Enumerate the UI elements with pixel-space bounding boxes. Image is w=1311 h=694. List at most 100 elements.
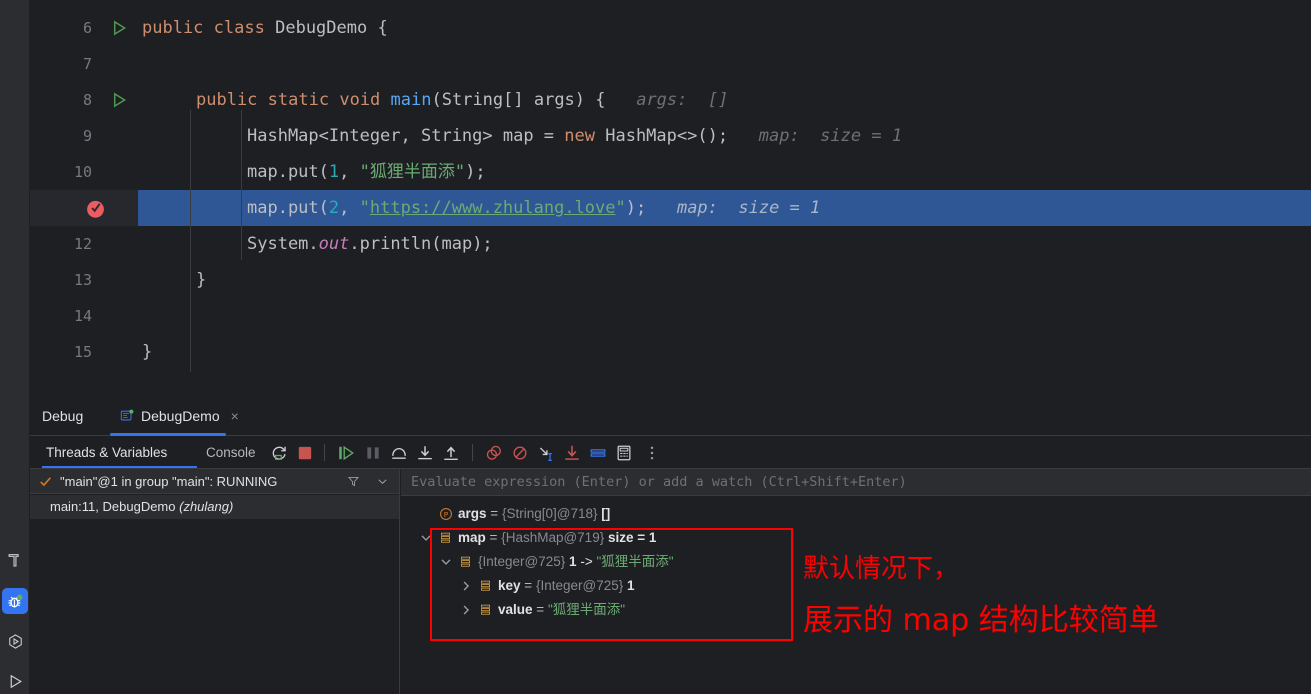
chevron-right-icon[interactable] [459, 603, 473, 617]
code-editor[interactable]: 6 7 8 9 10 12 13 14 15 public class DebugDemo {p… [30, 0, 1311, 396]
code-line-text: public class DebugDemo { [142, 10, 388, 46]
rail-item-run-tool[interactable] [2, 668, 28, 694]
step-out-icon[interactable] [442, 444, 460, 462]
gutter-row[interactable]: 6 [30, 10, 138, 46]
view-breakpoints-icon[interactable] [485, 444, 503, 462]
thread-selector[interactable]: "main"@1 in group "main": RUNNING [30, 469, 399, 494]
annotation-line-2: 展示的 map 结构比较简单 [803, 603, 1159, 638]
rail-item-coverage-tool[interactable] [2, 628, 28, 654]
variable-row[interactable]: Pargs = {String[0]@718} [] [401, 502, 1311, 526]
gutter-row[interactable]: 9 [30, 118, 138, 154]
chevron-down-icon[interactable] [419, 531, 433, 545]
variable-name: args [458, 506, 487, 521]
tab-threads-and-variables[interactable]: Threads & Variables [42, 436, 171, 469]
gutter-row[interactable]: 13 [30, 262, 138, 298]
debug-session-tab[interactable]: DebugDemo × [110, 396, 249, 436]
variable-row[interactable]: map = {HashMap@719} size = 1 [401, 526, 1311, 550]
stack-frame-label: main:11, DebugDemo (zhulang) [50, 495, 233, 519]
code-row[interactable]: map.put(2, "https://www.zhulang.love"); … [138, 190, 1311, 226]
code-row[interactable]: public static void main(String[] args) {… [138, 82, 1311, 118]
filter-icon[interactable] [347, 475, 360, 488]
evaluate-expression-placeholder: Evaluate expression (Enter) or add a wat… [411, 474, 907, 490]
stop-icon[interactable] [296, 444, 314, 462]
code-line-text: HashMap<Integer, String> map = new HashM… [247, 118, 902, 154]
code-token: { [367, 18, 388, 38]
mute-breakpoints-icon[interactable] [511, 444, 529, 462]
left-tool-rail [0, 0, 30, 694]
evaluate-expression-icon[interactable] [589, 444, 607, 462]
debug-window-title: Debug [42, 408, 84, 424]
code-token: public [196, 90, 258, 110]
pause-program-icon[interactable] [364, 444, 382, 462]
variable-reference: {String[0]@718} [501, 506, 598, 521]
variable-text: {Integer@725} 1 -> "狐狸半面添" [478, 550, 674, 574]
evaluate-expression-bar[interactable]: Evaluate expression (Enter) or add a wat… [401, 469, 1311, 496]
code-line-text: map.put(1, "狐狸半面添"); [247, 154, 486, 190]
code-row[interactable]: map.put(1, "狐狸半面添"); [138, 154, 1311, 190]
code-token: " [615, 198, 626, 218]
code-token: HashMap<Integer, String> map = [247, 126, 565, 146]
editor-gutter[interactable]: 6 7 8 9 10 12 13 14 15 [30, 0, 138, 396]
force-step-into-icon[interactable] [563, 444, 581, 462]
gutter-row[interactable]: 10 [30, 154, 138, 190]
toolbar-separator [324, 444, 325, 461]
line-number: 12 [73, 235, 92, 253]
chevron-down-icon[interactable] [439, 555, 453, 569]
variable-equals: = [489, 530, 498, 545]
show-memory-icon[interactable] [615, 444, 633, 462]
run-gutter-icon[interactable] [110, 91, 128, 109]
variable-reference: {Integer@725} [478, 554, 566, 569]
code-token: new [564, 126, 595, 146]
more-options-icon[interactable] [643, 444, 661, 462]
code-row[interactable]: public class DebugDemo { [138, 10, 1311, 46]
variable-text: args = {String[0]@718} [] [458, 502, 610, 526]
chevron-right-icon[interactable] [459, 579, 473, 593]
rail-item-build-tool[interactable] [2, 547, 28, 573]
stack-frame-row[interactable]: main:11, DebugDemo (zhulang) [30, 495, 399, 519]
breakpoint-icon[interactable] [85, 198, 106, 219]
code-row[interactable]: HashMap<Integer, String> map = new HashM… [138, 118, 1311, 154]
gutter-row[interactable] [30, 190, 138, 226]
code-row[interactable] [138, 46, 1311, 82]
code-token: public [142, 18, 204, 38]
close-icon[interactable]: × [231, 408, 239, 424]
inline-debug-hint: args: [] [605, 90, 729, 110]
gutter-row[interactable]: 12 [30, 226, 138, 262]
code-row[interactable]: } [138, 334, 1311, 370]
hammer-icon [8, 553, 19, 567]
map-entry-arrow: -> [580, 554, 593, 569]
editor-code-area[interactable]: public class DebugDemo { public static vo… [138, 0, 1311, 396]
rerun-icon[interactable] [270, 444, 288, 462]
variable-text: key = {Integer@725} 1 [498, 574, 635, 598]
variable-text: value = "狐狸半面添" [498, 598, 625, 622]
map-entry-key: 1 [569, 554, 577, 569]
stack-frame-location: main:11, DebugDemo [50, 499, 176, 514]
run-gutter-icon[interactable] [110, 19, 128, 37]
code-row[interactable]: } [138, 262, 1311, 298]
code-token: main [390, 90, 432, 110]
variable-value: [] [601, 506, 611, 521]
gutter-row[interactable]: 14 [30, 298, 138, 334]
gutter-row[interactable]: 15 [30, 334, 138, 370]
map-entry-value: "狐狸半面添" [596, 554, 674, 569]
line-number: 10 [73, 163, 92, 181]
chevron-down-icon[interactable] [377, 477, 388, 486]
code-row[interactable]: System.out.println(map); [138, 226, 1311, 262]
rail-item-debug-tool[interactable] [2, 588, 28, 614]
field-value-icon [479, 579, 492, 593]
code-row[interactable] [138, 298, 1311, 334]
gutter-row[interactable]: 8 [30, 82, 138, 118]
run-to-cursor-icon[interactable] [537, 444, 555, 462]
step-into-icon[interactable] [416, 444, 434, 462]
code-token: ); [465, 162, 486, 182]
line-number: 8 [82, 91, 92, 109]
tab-console[interactable]: Console [202, 436, 260, 469]
line-number: 9 [82, 127, 92, 145]
step-over-icon[interactable] [390, 444, 408, 462]
variable-text: map = {HashMap@719} size = 1 [458, 526, 656, 550]
java-run-config-icon [120, 409, 134, 421]
field-value-icon [479, 603, 492, 617]
gutter-row[interactable]: 7 [30, 46, 138, 82]
resume-program-icon[interactable] [337, 444, 355, 462]
